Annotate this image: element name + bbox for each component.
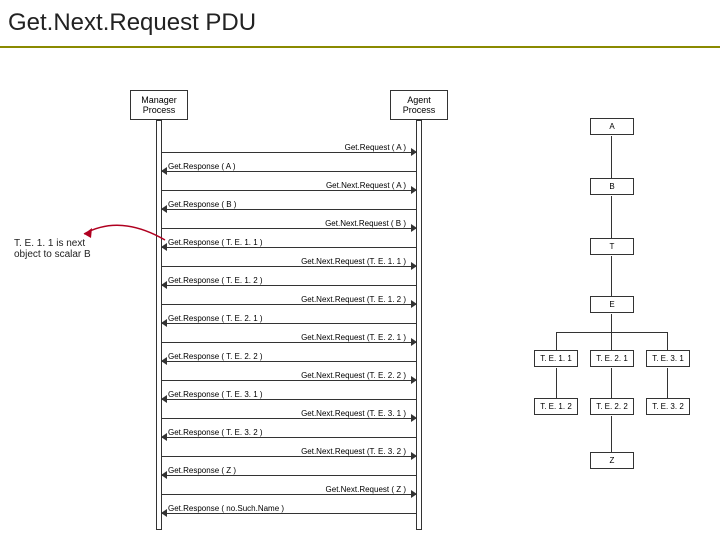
- tree-leaf: T. E. 3. 2: [646, 398, 690, 415]
- tree-edge: [667, 368, 668, 398]
- tree-node-b: B: [590, 178, 634, 195]
- message-label: Get.Response ( Z ): [168, 466, 236, 475]
- message-label: Get.Next.Request ( A ): [326, 181, 406, 190]
- message-arrow: Get.Response ( T. E. 2. 1 ): [162, 317, 416, 329]
- message-arrow: Get.Next.Request ( A ): [162, 184, 416, 196]
- tree-leaf: T. E. 2. 1: [590, 350, 634, 367]
- message-arrow: Get.Response ( no.Such.Name ): [162, 507, 416, 519]
- message-label: Get.Request ( A ): [345, 143, 406, 152]
- tree-leaf: T. E. 1. 2: [534, 398, 578, 415]
- message-label: Get.Next.Request ( Z ): [326, 485, 406, 494]
- tree-node-z: Z: [590, 452, 634, 469]
- message-arrow: Get.Next.Request ( B ): [162, 222, 416, 234]
- tree-edge: [667, 332, 668, 350]
- message-label: Get.Next.Request (T. E. 1. 1 ): [301, 257, 406, 266]
- message-label: Get.Next.Request (T. E. 2. 2 ): [301, 371, 406, 380]
- message-label: Get.Response ( T. E. 2. 2 ): [168, 352, 263, 361]
- tree-edge: [611, 256, 612, 296]
- message-arrow: Get.Next.Request (T. E. 2. 2 ): [162, 374, 416, 386]
- message-label: Get.Response ( T. E. 1. 2 ): [168, 276, 263, 285]
- tree-leaf: T. E. 1. 1: [534, 350, 578, 367]
- message-arrow: Get.Response ( A ): [162, 165, 416, 177]
- tree-node-a: A: [590, 118, 634, 135]
- tree-edge: [556, 368, 557, 398]
- agent-process-box: Agent Process: [390, 90, 448, 120]
- manager-process-box: Manager Process: [130, 90, 188, 120]
- tree-node-t: T: [590, 238, 634, 255]
- title-bar: Get.Next.Request PDU: [0, 0, 720, 48]
- message-arrow: Get.Response ( T. E. 1. 1 ): [162, 241, 416, 253]
- tree-node-e: E: [590, 296, 634, 313]
- message-arrow: Get.Next.Request (T. E. 3. 1 ): [162, 412, 416, 424]
- message-label: Get.Next.Request (T. E. 3. 1 ): [301, 409, 406, 418]
- message-label: Get.Response ( no.Such.Name ): [168, 504, 284, 513]
- note-arrow: [80, 218, 170, 248]
- tree-edge: [611, 196, 612, 238]
- message-label: Get.Response ( T. E. 2. 1 ): [168, 314, 263, 323]
- message-label: Get.Next.Request ( B ): [325, 219, 406, 228]
- agent-lifeline: [416, 120, 422, 530]
- page-title: Get.Next.Request PDU: [8, 9, 256, 37]
- tree-edge: [611, 136, 612, 178]
- message-arrow: Get.Next.Request ( Z ): [162, 488, 416, 500]
- tree-edge: [611, 416, 612, 452]
- message-label: Get.Response ( T. E. 3. 1 ): [168, 390, 263, 399]
- message-label: Get.Response ( T. E. 1. 1 ): [168, 238, 263, 247]
- message-arrow: Get.Response ( T. E. 3. 1 ): [162, 393, 416, 405]
- tree-edge: [556, 332, 668, 333]
- tree-edge: [611, 332, 612, 350]
- message-arrow: Get.Response ( B ): [162, 203, 416, 215]
- message-label: Get.Response ( A ): [168, 162, 236, 171]
- message-arrow: Get.Next.Request (T. E. 1. 2 ): [162, 298, 416, 310]
- message-arrow: Get.Response ( T. E. 2. 2 ): [162, 355, 416, 367]
- message-label: Get.Next.Request (T. E. 2. 1 ): [301, 333, 406, 342]
- message-arrow: Get.Response ( T. E. 3. 2 ): [162, 431, 416, 443]
- tree-edge: [611, 314, 612, 332]
- message-label: Get.Next.Request (T. E. 3. 2 ): [301, 447, 406, 456]
- message-label: Get.Response ( T. E. 3. 2 ): [168, 428, 263, 437]
- message-label: Get.Next.Request (T. E. 1. 2 ): [301, 295, 406, 304]
- diagram-stage: Manager Process Agent Process Get.Reques…: [0, 48, 720, 540]
- tree-edge: [611, 368, 612, 398]
- message-arrow: Get.Next.Request (T. E. 3. 2 ): [162, 450, 416, 462]
- tree-leaf: T. E. 3. 1: [646, 350, 690, 367]
- message-arrow: Get.Response ( T. E. 1. 2 ): [162, 279, 416, 291]
- message-arrow: Get.Next.Request (T. E. 2. 1 ): [162, 336, 416, 348]
- message-arrow: Get.Next.Request (T. E. 1. 1 ): [162, 260, 416, 272]
- tree-edge: [556, 332, 557, 350]
- tree-leaf: T. E. 2. 2: [590, 398, 634, 415]
- message-arrow: Get.Request ( A ): [162, 146, 416, 158]
- message-arrow: Get.Response ( Z ): [162, 469, 416, 481]
- message-label: Get.Response ( B ): [168, 200, 236, 209]
